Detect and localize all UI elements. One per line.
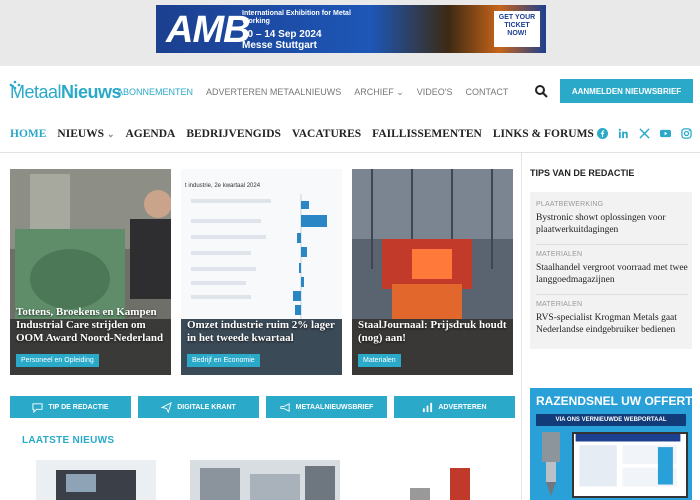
adverteren-button[interactable]: ADVERTEREN: [394, 396, 515, 418]
ad-brand: AMB: [166, 9, 251, 51]
ad-headline: RAZENDSNEL UW OFFERTE: [536, 394, 692, 408]
digitale-krant-button[interactable]: DIGITALE KRANT: [138, 396, 259, 418]
button-label: ADVERTEREN: [438, 403, 487, 411]
topnav-archief[interactable]: ARCHIEF ⌄: [354, 87, 404, 98]
drill-image-icon: [542, 432, 560, 496]
latest-news-thumb-2[interactable]: [190, 460, 340, 500]
chat-icon: [32, 402, 43, 413]
megaphone-icon: [280, 402, 290, 412]
card-category-tag[interactable]: Materialen: [358, 354, 401, 367]
sidebar-divider: [521, 152, 522, 500]
site-logo[interactable]: MetaalNieuws: [9, 80, 122, 103]
tip-title[interactable]: RVS-specialist Krogman Metals gaat Neder…: [536, 312, 688, 336]
ad-subline: VIA ONS VERNIEUWDE WEBPORTAAL: [536, 414, 686, 426]
button-label: DIGITALE KRANT: [177, 403, 236, 411]
chevron-down-icon: ⌄: [396, 87, 404, 97]
top-ad-area: AMB International Exhibition for Metal W…: [0, 0, 700, 66]
quick-actions: TIP DE REDACTIE DIGITALE KRANT METAALNIE…: [10, 396, 515, 418]
card-category-tag[interactable]: Personeel en Opleiding: [16, 354, 99, 367]
editor-tip-2[interactable]: MATERIALEN Staalhandel vergroot voorraad…: [536, 251, 688, 286]
bar-chart-icon: [423, 402, 433, 412]
nav-bedrijvengids[interactable]: BEDRIJVENGIDS: [186, 128, 281, 140]
nav-faillissementen[interactable]: FAILLISSEMENTEN: [372, 128, 482, 140]
ad-subtitle: International Exhibition for Metal Worki…: [242, 10, 351, 25]
ad-cta[interactable]: GET YOUR TICKET NOW!: [494, 11, 540, 47]
ad-dates: 10 – 14 Sep 2024 Messe Stuttgart: [242, 29, 322, 51]
editor-tip-1[interactable]: PLAATBEWERKING Bystronic showt oplossing…: [536, 201, 688, 236]
topnav-abonnementen[interactable]: ABONNEMENTEN: [117, 87, 193, 98]
featured-card-2[interactable]: t industrie, 2e kwartaal 2024 Omzet indu…: [181, 169, 342, 375]
topnav-adverteren[interactable]: ADVERTEREN METAALNIEUWS: [206, 87, 341, 98]
card-title: StaalJournaal: Prijsdruk houdt (nog) aan…: [358, 319, 507, 344]
send-icon: [161, 401, 173, 413]
featured-card-1[interactable]: Tottens, Broekens en Kampen Industrial C…: [10, 169, 171, 375]
linkedin-icon[interactable]: [618, 128, 629, 139]
tip-redactie-button[interactable]: TIP DE REDACTIE: [10, 396, 131, 418]
nav-vacatures[interactable]: VACATURES: [292, 128, 361, 140]
nav-home[interactable]: HOME: [10, 128, 46, 140]
topnav-contact[interactable]: CONTACT: [466, 87, 509, 98]
editor-tip-3[interactable]: MATERIALEN RVS-specialist Krogman Metals…: [536, 301, 688, 336]
featured-card-3[interactable]: StaalJournaal: Prijsdruk houdt (nog) aan…: [352, 169, 513, 375]
card-title: Tottens, Broekens en Kampen Industrial C…: [16, 306, 164, 344]
card-chart-heading: t industrie, 2e kwartaal 2024: [185, 183, 261, 189]
latest-news-thumb-1[interactable]: [36, 460, 156, 500]
portal-preview-icon: [575, 434, 681, 487]
x-icon[interactable]: [639, 128, 650, 139]
tip-category: MATERIALEN: [536, 301, 583, 308]
nav-nieuws[interactable]: NIEUWS ⌄: [57, 128, 114, 140]
main-navigation: HOME NIEUWS ⌄ AGENDA BEDRIJVENGIDS VACAT…: [0, 118, 700, 153]
logo-text-2: Nieuws: [61, 82, 122, 102]
nav-links-forums[interactable]: LINKS & FORUMS: [493, 128, 594, 140]
site-header: MetaalNieuws ABONNEMENTEN ADVERTEREN MET…: [0, 66, 700, 118]
divider: [536, 244, 688, 245]
card-category-tag[interactable]: Bedrijf en Economie: [187, 354, 260, 367]
button-label: TIP DE REDACTIE: [48, 403, 109, 411]
button-label: METAALNIEUWSBRIEF: [295, 403, 374, 411]
tip-title[interactable]: Staalhandel vergroot voorraad met twee l…: [536, 262, 688, 286]
logo-mark-icon: [9, 80, 21, 90]
tip-category: PLAATBEWERKING: [536, 201, 604, 208]
search-icon[interactable]: [534, 84, 548, 98]
divider: [536, 294, 688, 295]
card-title: Omzet industrie ruim 2% lager in het twe…: [187, 319, 335, 344]
ad-webportal-screenshot: [572, 432, 688, 498]
editor-tips-heading: TIPS VAN DE REDACTIE: [530, 168, 635, 178]
amb-ad-banner[interactable]: AMB International Exhibition for Metal W…: [156, 5, 546, 53]
topnav-videos[interactable]: VIDEO'S: [417, 87, 453, 98]
tip-category: MATERIALEN: [536, 251, 583, 258]
sidebar-ad[interactable]: RAZENDSNEL UW OFFERTE VIA ONS VERNIEUWDE…: [530, 388, 692, 500]
social-links: [597, 128, 692, 139]
top-navigation: ABONNEMENTEN ADVERTEREN METAALNIEUWS ARC…: [117, 87, 508, 98]
youtube-icon[interactable]: [660, 128, 671, 139]
latest-news-heading: LAATSTE NIEUWS: [22, 435, 115, 446]
facebook-icon[interactable]: [597, 128, 608, 139]
tip-title[interactable]: Bystronic showt oplossingen voor plaatwe…: [536, 212, 688, 236]
metaalnieuwsbrief-button[interactable]: METAALNIEUWSBRIEF: [266, 396, 387, 418]
nav-agenda[interactable]: AGENDA: [126, 128, 176, 140]
newsletter-signup-button[interactable]: AANMELDEN NIEUWSBRIEF: [560, 79, 693, 103]
editor-tips-box: PLAATBEWERKING Bystronic showt oplossing…: [530, 192, 692, 349]
chevron-down-icon: ⌄: [106, 129, 115, 139]
latest-news-thumb-3[interactable]: [390, 460, 500, 500]
instagram-icon[interactable]: [681, 128, 692, 139]
